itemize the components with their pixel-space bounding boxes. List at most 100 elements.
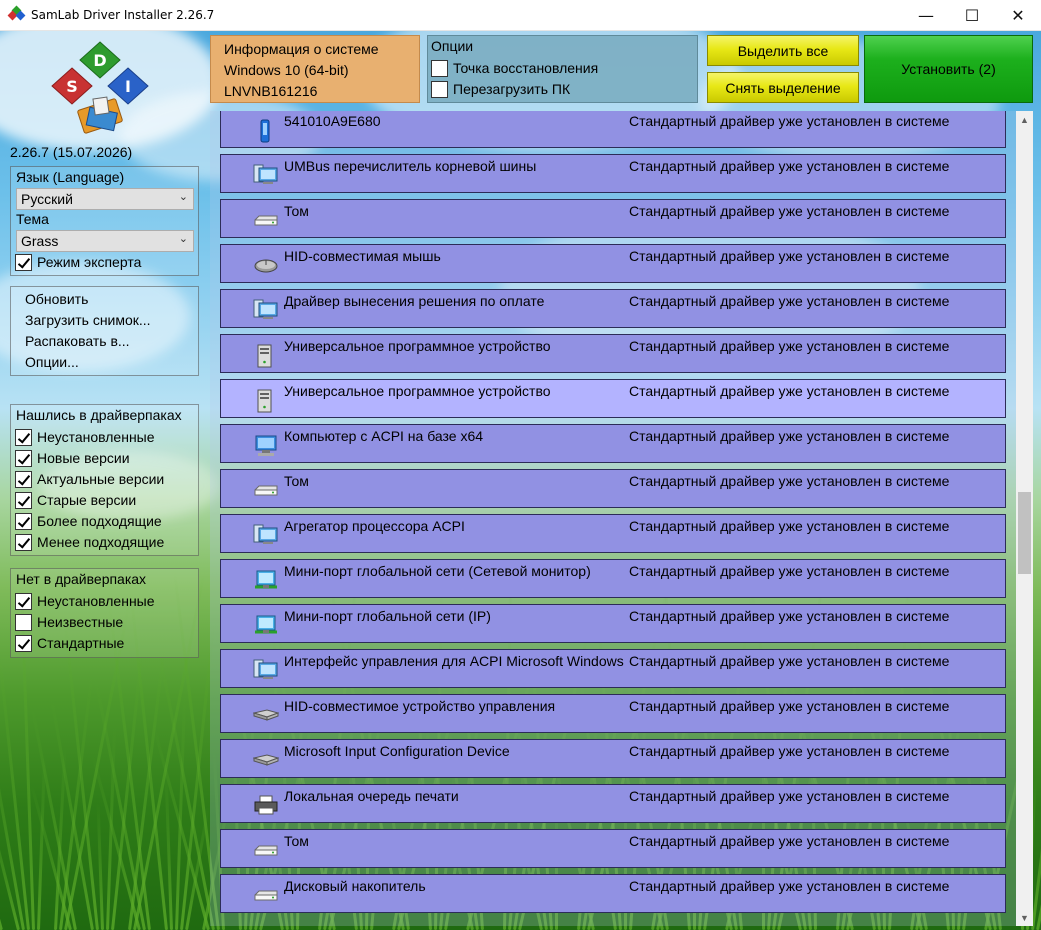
minimize-button[interactable]: — xyxy=(903,0,949,31)
checkbox-box[interactable] xyxy=(15,253,32,271)
device-row[interactable]: Мини-порт глобальной сети (Сетевой монит… xyxy=(220,559,1006,598)
checkbox-box[interactable] xyxy=(15,491,32,509)
hid-device-icon xyxy=(252,704,280,726)
device-row[interactable]: Том Стандартный драйвер уже установлен в … xyxy=(220,199,1006,238)
device-name: Агрегатор процессора ACPI xyxy=(284,518,465,534)
system-device-icon xyxy=(253,164,278,186)
expert-mode-checkbox[interactable]: Режим эксперта xyxy=(15,252,141,272)
reboot-checkbox[interactable]: Перезагрузить ПК xyxy=(431,79,570,99)
settings-panel: Язык (Language) Русский ⌄ Тема Grass ⌄ Р… xyxy=(10,166,199,276)
device-row[interactable]: Том Стандартный драйвер уже установлен в … xyxy=(220,829,1006,868)
scroll-thumb[interactable] xyxy=(1018,492,1031,574)
svg-text:D: D xyxy=(93,51,106,70)
system-device-icon xyxy=(253,659,278,681)
disk-drive-icon xyxy=(253,209,278,231)
device-row[interactable]: HID-совместимая мышь Стандартный драйвер … xyxy=(220,244,1006,283)
device-status: Стандартный драйвер уже установлен в сис… xyxy=(629,293,950,309)
device-status: Стандартный драйвер уже установлен в сис… xyxy=(629,563,950,579)
device-status: Стандартный драйвер уже установлен в сис… xyxy=(629,518,950,534)
filter-not-installed[interactable]: Неустановленные xyxy=(15,427,155,447)
restore-point-checkbox[interactable]: Точка восстановления xyxy=(431,58,598,78)
checkbox-box[interactable] xyxy=(15,449,32,467)
found-filter-group: Нашлись в драйверпаках Неустановленные Н… xyxy=(10,404,199,556)
filter-unknown[interactable]: Неизвестные xyxy=(15,612,123,632)
system-info-box[interactable]: Информация о системе Windows 10 (64-bit)… xyxy=(210,35,420,103)
menu-load-snapshot[interactable]: Загрузить снимок... xyxy=(25,312,151,328)
computer-tower-icon xyxy=(253,344,277,368)
disk-drive-icon xyxy=(253,839,278,861)
device-name: Универсальное программное устройство xyxy=(284,338,551,354)
language-select[interactable]: Русский ⌄ xyxy=(16,188,194,210)
device-name: HID-совместимое устройство управления xyxy=(284,698,556,714)
theme-label: Тема xyxy=(16,211,49,227)
checkbox-box[interactable] xyxy=(15,428,32,446)
filter-better-match[interactable]: Более подходящие xyxy=(15,511,162,531)
filter-label: Неизвестные xyxy=(37,614,124,630)
device-name: HID-совместимая мышь xyxy=(284,248,441,264)
device-row[interactable]: 541010A9E680 Стандартный драйвер уже уста… xyxy=(220,111,1006,148)
device-row[interactable]: HID-совместимое устройство управления Ста… xyxy=(220,694,1006,733)
theme-select[interactable]: Grass ⌄ xyxy=(16,230,194,252)
checkbox-box[interactable] xyxy=(15,533,32,551)
device-row[interactable]: Универсальное программное устройство Стан… xyxy=(220,379,1006,418)
computer-tower-icon xyxy=(253,389,277,413)
app-logo-icon xyxy=(7,5,26,23)
checkbox-box[interactable] xyxy=(431,80,448,98)
device-row[interactable]: Том Стандартный драйвер уже установлен в … xyxy=(220,469,1006,508)
device-row[interactable]: Мини-порт глобальной сети (IP) Стандартны… xyxy=(220,604,1006,643)
reboot-label: Перезагрузить ПК xyxy=(453,81,571,97)
filter-worse-match[interactable]: Менее подходящие xyxy=(15,532,164,552)
filter-current-versions[interactable]: Актуальные версии xyxy=(15,469,164,489)
device-row[interactable]: Microsoft Input Configuration Device Стан… xyxy=(220,739,1006,778)
menu-refresh[interactable]: Обновить xyxy=(25,291,88,307)
device-row[interactable]: Драйвер вынесения решения по оплате Станд… xyxy=(220,289,1006,328)
vertical-scrollbar[interactable]: ▲ ▼ xyxy=(1016,111,1033,926)
system-device-icon xyxy=(253,299,278,321)
filter-old-versions[interactable]: Старые версии xyxy=(15,490,136,510)
device-row[interactable]: Компьютер с ACPI на базе x64 Стандартный … xyxy=(220,424,1006,463)
options-title: Опции xyxy=(431,38,474,54)
deselect-button[interactable]: Снять выделение xyxy=(707,72,859,103)
device-row[interactable]: Агрегатор процессора ACPI Стандартный дра… xyxy=(220,514,1006,553)
os-version: Windows 10 (64-bit) xyxy=(224,62,349,78)
title-bar: SamLab Driver Installer 2.26.7 — ☐ ✕ xyxy=(0,0,1041,31)
network-adapter-icon xyxy=(253,614,277,636)
device-list: 541010A9E680 Стандартный драйвер уже уста… xyxy=(210,111,1016,926)
install-button[interactable]: Установить (2) xyxy=(864,35,1033,103)
device-status: Стандартный драйвер уже установлен в сис… xyxy=(629,338,950,354)
printer-icon xyxy=(253,794,278,816)
device-row[interactable]: Дисковый накопитель Стандартный драйвер у… xyxy=(220,874,1006,913)
checkbox-box[interactable] xyxy=(15,634,32,652)
checkbox-box[interactable] xyxy=(15,512,32,530)
device-row[interactable]: Интерфейс управления для ACPI Microsoft … xyxy=(220,649,1006,688)
checkbox-box[interactable] xyxy=(431,59,448,77)
device-name: Мини-порт глобальной сети (Сетевой монит… xyxy=(284,563,591,579)
maximize-button[interactable]: ☐ xyxy=(949,0,995,31)
scroll-down-icon[interactable]: ▼ xyxy=(1016,909,1033,926)
menu-options[interactable]: Опции... xyxy=(25,354,79,370)
close-button[interactable]: ✕ xyxy=(995,0,1041,31)
device-name: UMBus перечислитель корневой шины xyxy=(284,158,537,174)
device-row[interactable]: UMBus перечислитель корневой шины Стандар… xyxy=(220,154,1006,193)
device-row[interactable]: Локальная очередь печати Стандартный драй… xyxy=(220,784,1006,823)
filter-new-versions[interactable]: Новые версии xyxy=(15,448,130,468)
window-title: SamLab Driver Installer 2.26.7 xyxy=(31,8,215,22)
disk-drive-icon xyxy=(253,884,278,906)
device-name: Том xyxy=(284,473,309,489)
checkbox-box[interactable] xyxy=(15,613,32,631)
notfound-group-title: Нет в драйверпаках xyxy=(16,571,147,587)
device-name: Том xyxy=(284,833,309,849)
device-name: Компьютер с ACPI на базе x64 xyxy=(284,428,484,444)
chevron-down-icon: ⌄ xyxy=(178,191,188,203)
select-all-button[interactable]: Выделить все xyxy=(707,35,859,66)
device-row[interactable]: Универсальное программное устройство Стан… xyxy=(220,334,1006,373)
checkbox-box[interactable] xyxy=(15,470,32,488)
device-status: Стандартный драйвер уже установлен в сис… xyxy=(629,698,950,714)
filter-not-installed-2[interactable]: Неустановленные xyxy=(15,591,155,611)
scroll-up-icon[interactable]: ▲ xyxy=(1016,111,1033,128)
menu-extract-to[interactable]: Распаковать в... xyxy=(25,333,130,349)
filter-standard[interactable]: Стандартные xyxy=(15,633,124,653)
system-info-title: Информация о системе xyxy=(224,41,379,57)
checkbox-box[interactable] xyxy=(15,592,32,610)
device-status: Стандартный драйвер уже установлен в сис… xyxy=(629,473,950,489)
